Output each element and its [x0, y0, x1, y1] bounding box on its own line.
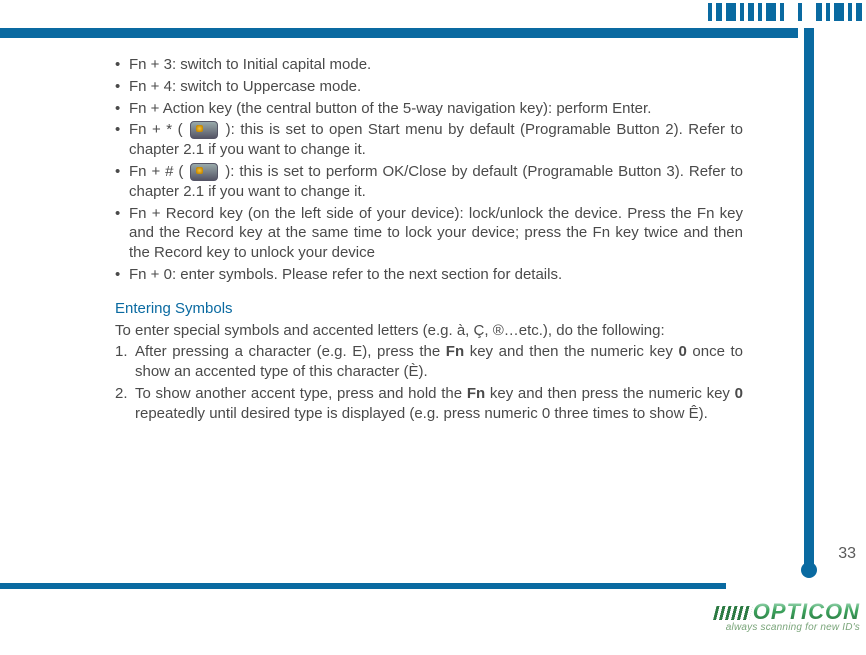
shortcut-text-post: ): this is set to open Start menu by def…: [129, 121, 743, 158]
page: Fn + 3: switch to Initial capital mode.F…: [0, 0, 866, 655]
shortcut-text-post: ): this is set to perform OK/Close by de…: [129, 163, 743, 200]
symbols-step: After pressing a character (e.g. E), pre…: [115, 342, 743, 382]
brand-logo: OPTICON always scanning for new ID's: [715, 602, 860, 633]
key-fn: Fn: [446, 343, 464, 360]
step-text: To show another accent type, press and h…: [135, 385, 467, 402]
shortcut-item: Fn + 0: enter symbols. Please refer to t…: [115, 265, 743, 285]
step-text: key and then press the numeric key: [485, 385, 735, 402]
page-number: 33: [838, 545, 856, 563]
key-zero: 0: [678, 343, 686, 360]
top-barcode-decoration: [708, 3, 862, 21]
right-vertical-bar: [804, 28, 814, 570]
shortcut-text-pre: Fn + * (: [129, 121, 188, 138]
shortcut-list: Fn + 3: switch to Initial capital mode.F…: [115, 55, 743, 285]
shortcut-text-pre: Fn + # (: [129, 163, 188, 180]
start-menu-key-icon: [190, 121, 218, 139]
key-zero: 0: [735, 385, 743, 402]
symbols-step: To show another accent type, press and h…: [115, 384, 743, 424]
right-bar-endcap: [801, 562, 817, 578]
symbols-intro: To enter special symbols and accented le…: [115, 321, 743, 341]
symbols-steps: After pressing a character (e.g. E), pre…: [115, 342, 743, 423]
top-ribbon: [0, 28, 798, 38]
step-text: After pressing a character (e.g. E), pre…: [135, 343, 446, 360]
shortcut-item: Fn + * ( ): this is set to open Start me…: [115, 120, 743, 160]
ok-close-key-icon: [190, 163, 218, 181]
shortcut-item: Fn + 4: switch to Uppercase mode.: [115, 77, 743, 97]
brand-wordmark: OPTICON: [715, 602, 860, 622]
shortcut-item: Fn + # ( ): this is set to perform OK/Cl…: [115, 162, 743, 202]
bottom-ribbon: [0, 583, 726, 589]
step-text: repeatedly until desired type is display…: [135, 405, 708, 422]
brand-tagline: always scanning for new ID's: [715, 622, 860, 633]
main-content: Fn + 3: switch to Initial capital mode.F…: [115, 55, 743, 426]
shortcut-item: Fn + Action key (the central button of t…: [115, 99, 743, 119]
barcode-icon: [713, 606, 752, 620]
shortcut-item: Fn + 3: switch to Initial capital mode.: [115, 55, 743, 75]
step-text: key and then the numeric key: [464, 343, 678, 360]
shortcut-item: Fn + Record key (on the left side of you…: [115, 204, 743, 263]
section-title-entering-symbols: Entering Symbols: [115, 299, 743, 319]
key-fn: Fn: [467, 385, 485, 402]
brand-name: OPTICON: [753, 599, 860, 624]
